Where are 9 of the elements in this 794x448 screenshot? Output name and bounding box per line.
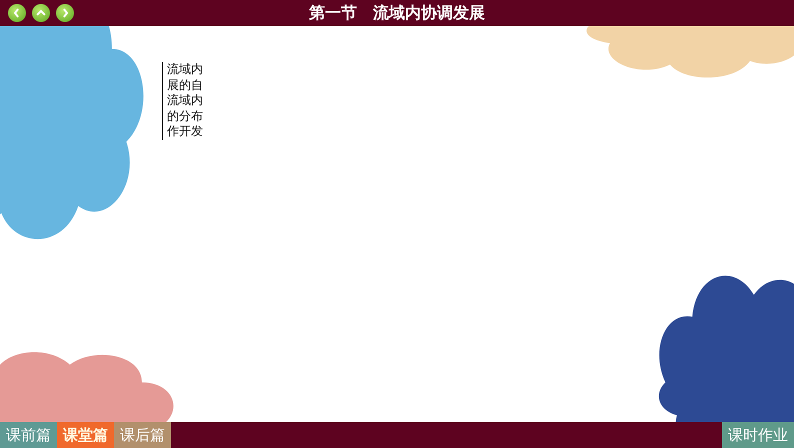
back-button[interactable] (8, 4, 26, 22)
slide-title: 第一节 流域内协调发展 (309, 3, 485, 24)
text-box: 流域内 展的自 流域内 的分布 作开发 (162, 62, 209, 140)
section-tab[interactable]: 课后篇 (114, 422, 171, 448)
section-tab[interactable]: 课堂篇 (57, 422, 114, 448)
forward-button[interactable] (56, 4, 74, 22)
up-button[interactable] (32, 4, 50, 22)
homework-button[interactable]: 课时作业 (722, 422, 794, 448)
section-tab[interactable]: 课前篇 (0, 422, 57, 448)
